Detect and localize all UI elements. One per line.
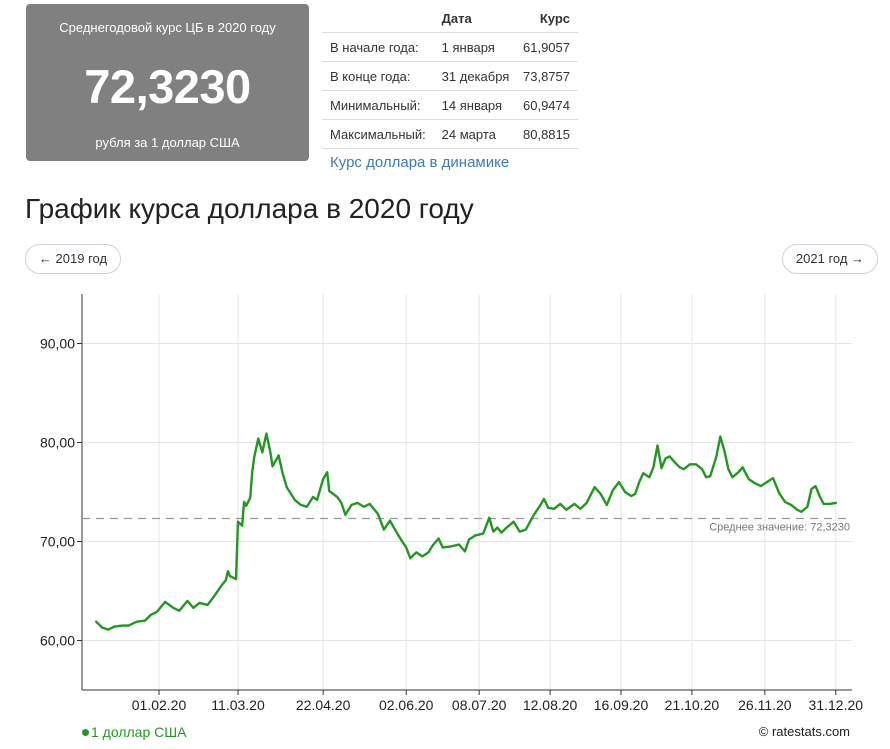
average-rate-value: 72,3230 bbox=[84, 60, 251, 113]
x-tick-label: 26.11.20 bbox=[738, 697, 792, 713]
rate-dynamics-link[interactable]: Курс доллара в динамике bbox=[330, 154, 509, 171]
x-tick-label: 02.06.20 bbox=[379, 697, 434, 713]
y-tick-label: 70,00 bbox=[40, 534, 75, 550]
stats-row-rate: 73,8757 bbox=[523, 61, 578, 91]
x-tick-label: 22.04.20 bbox=[296, 697, 351, 713]
legend-label: 1 доллар США bbox=[91, 724, 187, 740]
next-year-button[interactable]: 2021 год → bbox=[782, 244, 878, 274]
stats-row-label: В начале года: bbox=[322, 32, 442, 62]
source-credit: © ratestats.com bbox=[758, 724, 850, 739]
rate-line-chart: 60,00 70,00 80,00 90,00 01.02.20 11.03.20 22.0… bbox=[40, 294, 863, 713]
stats-header-label bbox=[322, 4, 442, 33]
chart-axes: 60,00 70,00 80,00 90,00 01.02.20 11.03.20 22.0… bbox=[40, 294, 863, 713]
chart-legend[interactable]: 1 доллар США bbox=[82, 724, 186, 740]
stats-row-date: 14 января bbox=[441, 90, 523, 120]
average-rate-unit: рубля за 1 доллар США bbox=[95, 135, 240, 150]
stats-row-date: 24 марта bbox=[441, 119, 523, 149]
stats-row-min: Минимальный: 14 января 60,9474 bbox=[322, 90, 578, 120]
stats-row-date: 1 января bbox=[441, 32, 523, 62]
legend-marker-icon bbox=[82, 728, 89, 736]
chart-average: Среднее значение: 72,3230 bbox=[82, 517, 852, 534]
stats-row-label: Максимальный: bbox=[322, 119, 442, 149]
x-tick-label: 01.02.20 bbox=[132, 697, 187, 713]
average-label: Среднее значение: 72,3230 bbox=[709, 522, 850, 534]
rate-stats-table: Дата Курс В начале года: 1 января 61,905… bbox=[322, 4, 578, 149]
stats-header-row: Дата Курс bbox=[322, 4, 578, 33]
stats-row-label: Минимальный: bbox=[322, 90, 442, 120]
stats-row-label: В конце года: bbox=[322, 61, 442, 91]
previous-year-button[interactable]: ← 2019 год bbox=[25, 244, 121, 274]
y-tick-label: 80,00 bbox=[40, 435, 75, 451]
x-tick-label: 16.09.20 bbox=[594, 697, 649, 713]
y-tick-label: 60,00 bbox=[40, 633, 75, 649]
chart-grid bbox=[82, 294, 852, 690]
stats-row-rate: 61,9057 bbox=[523, 32, 578, 62]
stats-header-rate: Курс bbox=[539, 10, 570, 26]
stats-row-date: 31 декабря bbox=[441, 61, 523, 91]
stats-header-date: Дата bbox=[441, 10, 472, 26]
average-rate-panel: Среднегодовой курс ЦБ в 2020 году 72,323… bbox=[26, 4, 309, 161]
page-title: График курса доллара в 2020 году bbox=[25, 193, 474, 224]
stats-row-rate: 80,8815 bbox=[523, 119, 578, 149]
x-tick-label: 31.12.20 bbox=[809, 697, 864, 713]
stats-row-max: Максимальный: 24 марта 80,8815 bbox=[322, 119, 578, 149]
average-rate-caption: Среднегодовой курс ЦБ в 2020 году bbox=[59, 20, 276, 35]
x-tick-label: 08.07.20 bbox=[452, 697, 507, 713]
x-tick-label: 12.08.20 bbox=[523, 697, 578, 713]
x-tick-label: 11.03.20 bbox=[211, 697, 265, 713]
stats-row-rate: 60,9474 bbox=[523, 90, 578, 120]
x-tick-label: 21.10.20 bbox=[665, 697, 720, 713]
stats-row-end: В конце года: 31 декабря 73,8757 bbox=[322, 61, 578, 91]
stats-row-start: В начале года: 1 января 61,9057 bbox=[322, 32, 578, 62]
y-tick-label: 90,00 bbox=[40, 336, 75, 352]
